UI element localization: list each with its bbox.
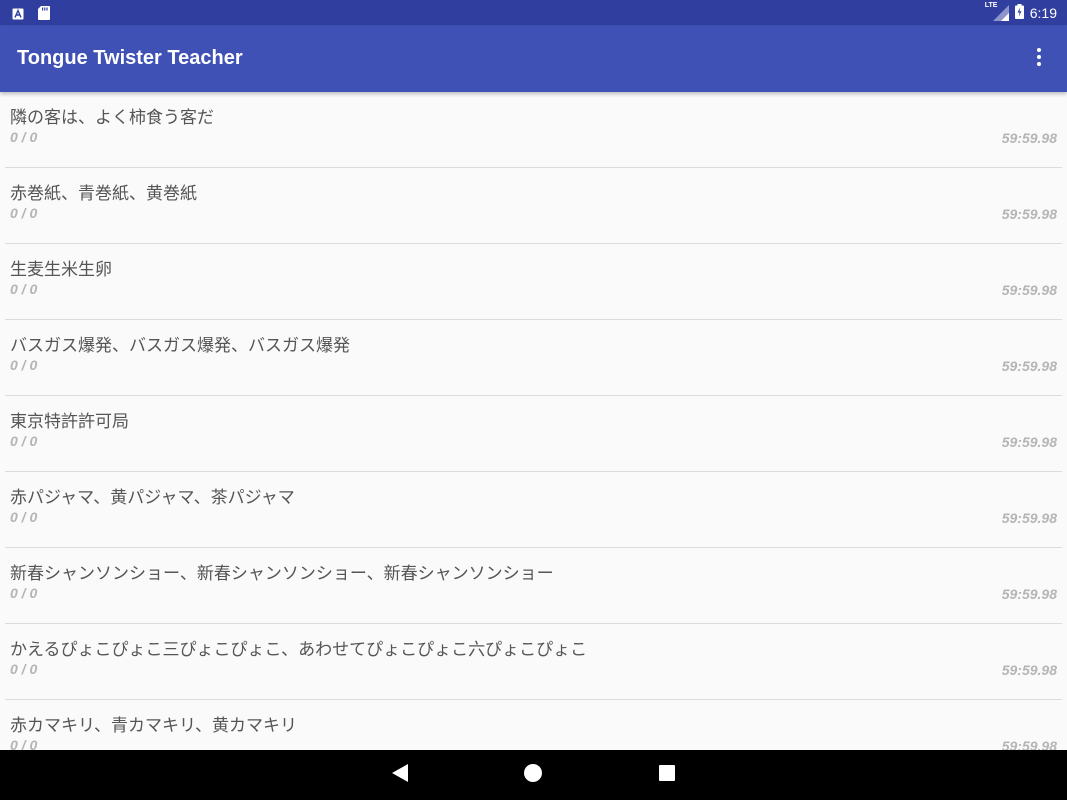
best-time: 59:59.98 bbox=[1001, 586, 1057, 602]
list-item[interactable]: かえるぴょこぴょこ三ぴょこぴょこ、あわせてぴょこぴょこ六ぴょこぴょこ 0 / 0… bbox=[5, 624, 1062, 700]
network-label: LTE bbox=[984, 2, 998, 9]
best-time: 59:59.98 bbox=[1001, 358, 1057, 374]
best-time: 59:59.98 bbox=[1001, 662, 1057, 678]
list-item[interactable]: 赤パジャマ、黄パジャマ、茶パジャマ 0 / 0 59:59.98 bbox=[5, 472, 1062, 548]
status-bar: LTE 6:19 bbox=[0, 0, 1067, 25]
list-item[interactable]: 東京特許許可局 0 / 0 59:59.98 bbox=[5, 396, 1062, 472]
more-options-button[interactable] bbox=[1027, 47, 1051, 71]
back-button[interactable] bbox=[390, 764, 410, 786]
twister-title: 新春シャンソンショー、新春シャンソンショー、新春シャンソンショー bbox=[10, 564, 554, 584]
twister-title: かえるぴょこぴょこ三ぴょこぴょこ、あわせてぴょこぴょこ六ぴょこぴょこ bbox=[10, 640, 588, 660]
recents-square-icon bbox=[659, 765, 675, 785]
recents-button[interactable] bbox=[657, 765, 677, 785]
attempt-count: 0 / 0 bbox=[10, 661, 38, 677]
list-item[interactable]: バスガス爆発、バスガス爆発、バスガス爆発 0 / 0 59:59.98 bbox=[5, 320, 1062, 396]
attempt-count: 0 / 0 bbox=[10, 357, 38, 373]
best-time: 59:59.98 bbox=[1001, 282, 1057, 298]
more-vert-icon bbox=[1037, 48, 1041, 70]
tongue-twister-list[interactable]: 隣の客は、よく柿食う客だ 0 / 0 59:59.98 赤巻紙、青巻紙、黄巻紙 … bbox=[0, 92, 1067, 750]
status-right-icons: LTE 6:19 bbox=[985, 2, 1057, 22]
twister-title: バスガス爆発、バスガス爆発、バスガス爆発 bbox=[10, 336, 350, 356]
sd-card-icon bbox=[38, 5, 50, 24]
attempt-count: 0 / 0 bbox=[10, 737, 38, 750]
attempt-count: 0 / 0 bbox=[10, 205, 38, 221]
attempt-count: 0 / 0 bbox=[10, 281, 38, 297]
list-item[interactable]: 隣の客は、よく柿食う客だ 0 / 0 59:59.98 bbox=[5, 92, 1062, 168]
a-notification-icon bbox=[12, 5, 24, 24]
attempt-count: 0 / 0 bbox=[10, 129, 38, 145]
attempt-count: 0 / 0 bbox=[10, 433, 38, 449]
status-time: 6:19 bbox=[1029, 5, 1057, 21]
twister-title: 東京特許許可局 bbox=[10, 412, 129, 432]
twister-title: 隣の客は、よく柿食う客だ bbox=[10, 108, 214, 128]
list-item[interactable]: 新春シャンソンショー、新春シャンソンショー、新春シャンソンショー 0 / 0 5… bbox=[5, 548, 1062, 624]
twister-title: 生麦生米生卵 bbox=[10, 260, 112, 280]
navigation-bar bbox=[0, 750, 1067, 800]
best-time: 59:59.98 bbox=[1001, 206, 1057, 222]
status-left-icons bbox=[12, 5, 50, 24]
twister-title: 赤カマキリ、青カマキリ、黄カマキリ bbox=[10, 716, 297, 736]
best-time: 59:59.98 bbox=[1001, 738, 1057, 750]
twister-title: 赤巻紙、青巻紙、黄巻紙 bbox=[10, 184, 197, 204]
battery-charging-icon bbox=[1014, 4, 1024, 22]
back-triangle-icon bbox=[392, 764, 408, 786]
best-time: 59:59.98 bbox=[1001, 434, 1057, 450]
list-item[interactable]: 赤カマキリ、青カマキリ、黄カマキリ 0 / 0 59:59.98 bbox=[5, 700, 1062, 750]
best-time: 59:59.98 bbox=[1001, 130, 1057, 146]
best-time: 59:59.98 bbox=[1001, 510, 1057, 526]
lte-signal-icon: LTE bbox=[985, 2, 1009, 21]
home-circle-icon bbox=[524, 764, 542, 786]
app-bar: Tongue Twister Teacher bbox=[0, 25, 1067, 92]
list-item[interactable]: 赤巻紙、青巻紙、黄巻紙 0 / 0 59:59.98 bbox=[5, 168, 1062, 244]
attempt-count: 0 / 0 bbox=[10, 585, 38, 601]
app-title: Tongue Twister Teacher bbox=[17, 47, 243, 69]
attempt-count: 0 / 0 bbox=[10, 509, 38, 525]
list-item[interactable]: 生麦生米生卵 0 / 0 59:59.98 bbox=[5, 244, 1062, 320]
home-button[interactable] bbox=[523, 764, 543, 786]
twister-title: 赤パジャマ、黄パジャマ、茶パジャマ bbox=[10, 488, 295, 508]
